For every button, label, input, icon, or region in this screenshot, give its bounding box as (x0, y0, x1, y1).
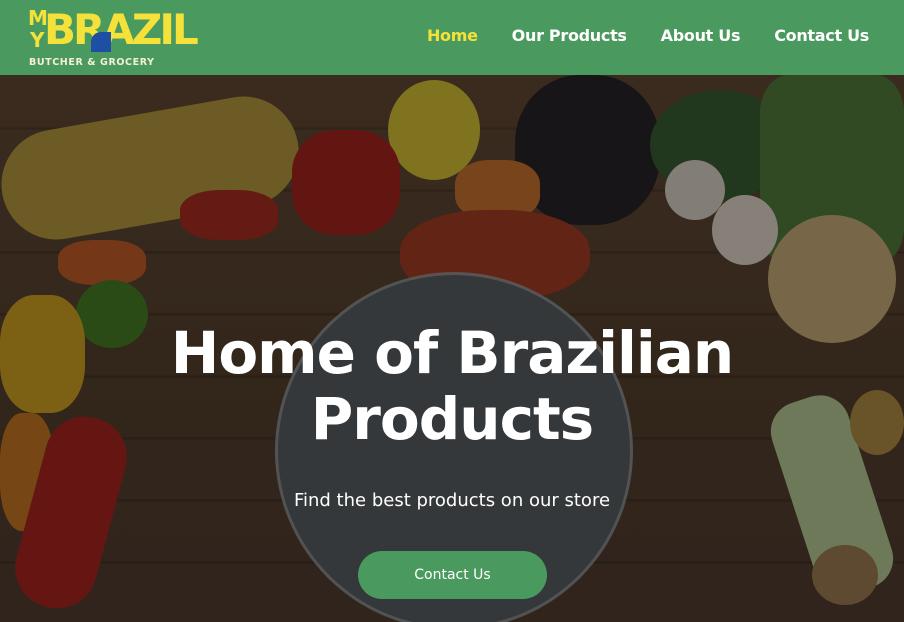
main-nav: Home Our Products About Us Contact Us (427, 26, 869, 45)
logo-wordmark: M Y BRAZIL (28, 8, 199, 52)
nav-about-us[interactable]: About Us (661, 26, 741, 45)
nav-contact-us[interactable]: Contact Us (774, 26, 869, 45)
site-header: M Y BRAZIL BUTCHER & GROCERY Home Our Pr… (0, 0, 904, 75)
logo-brazil-text: BRAZIL (44, 5, 199, 54)
logo-my-y: Y (30, 28, 45, 52)
logo-tagline: BUTCHER & GROCERY (29, 57, 155, 68)
contact-us-button[interactable]: Contact Us (358, 551, 547, 599)
logo-flag-icon (91, 32, 111, 52)
hero-title: Home of Brazilian Products (0, 320, 904, 452)
nav-home[interactable]: Home (427, 26, 478, 45)
hero-title-line-1: Home of Brazilian (170, 319, 734, 387)
hero-subtitle: Find the best products on our store (293, 490, 611, 511)
hero-section: Home of Brazilian Products Find the best… (0, 75, 904, 622)
nav-our-products[interactable]: Our Products (512, 26, 627, 45)
hero-title-line-2: Products (310, 385, 594, 453)
logo[interactable]: M Y BRAZIL BUTCHER & GROCERY (28, 8, 199, 69)
